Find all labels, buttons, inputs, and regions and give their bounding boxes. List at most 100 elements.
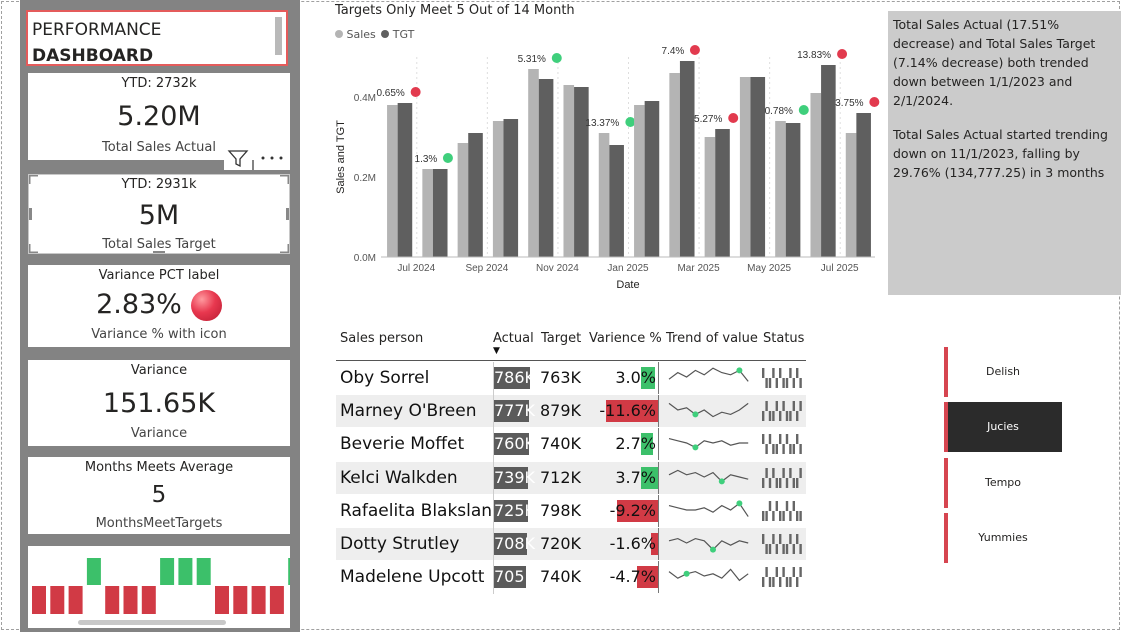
- bar-tgt-10[interactable]: [715, 129, 730, 257]
- bar-sales-7[interactable]: [598, 133, 610, 257]
- col-header-name[interactable]: Sales person: [340, 331, 423, 346]
- col-header-target[interactable]: Target: [541, 331, 581, 346]
- month-bar-1: [32, 586, 46, 614]
- bar-tgt-4[interactable]: [503, 119, 519, 257]
- slicer-item-tempo[interactable]: Tempo: [944, 458, 1062, 508]
- title-scrollbar[interactable]: [275, 17, 282, 55]
- col-header-trend[interactable]: Trend of value: [666, 331, 758, 346]
- bar-sales-5[interactable]: [528, 69, 539, 257]
- month-bar-13: [251, 586, 266, 614]
- cell-target: 720K: [540, 534, 582, 553]
- table-row[interactable]: Madelene Upcott 705K 740K -4.7%: [336, 561, 806, 594]
- more-options-icon[interactable]: [254, 146, 290, 170]
- bar-sales-14[interactable]: [845, 133, 857, 257]
- sales-vs-target-chart[interactable]: Sales and TGT 0.0M 0.2M 0.4M 0.65% 1.3% 5.31% 1…: [330, 45, 885, 295]
- filter-icon[interactable]: [224, 146, 252, 170]
- green-dot-icon: [442, 153, 453, 163]
- cell-actual: 777K: [494, 400, 536, 423]
- bar-sales-8[interactable]: [634, 105, 645, 257]
- col-header-actual[interactable]: Actual: [493, 331, 534, 346]
- trend-sparkline: [668, 438, 749, 451]
- col-header-status[interactable]: Status: [763, 331, 804, 346]
- slicer-item-label: Jucies: [987, 420, 1019, 433]
- bar-tgt-3[interactable]: [468, 133, 483, 257]
- legend-tgt-marker: [381, 30, 390, 38]
- x-tick-label: Jul 2025: [821, 263, 859, 274]
- bar-tgt-5[interactable]: [538, 79, 554, 257]
- month-bar-11: [215, 586, 229, 614]
- bar-tgt-7[interactable]: [609, 145, 624, 257]
- month-bar-2: [50, 586, 65, 614]
- x-axis-title: Date: [616, 279, 639, 291]
- table-row[interactable]: Oby Sorrel 786K 763K 3.0%: [336, 362, 806, 394]
- bar-sales-6[interactable]: [563, 85, 575, 257]
- table-row[interactable]: Marney O'Breen 777K 879K -11.6%: [336, 395, 806, 428]
- chart-legend[interactable]: Sales TGT: [335, 28, 414, 41]
- bar-sales-12[interactable]: [775, 121, 786, 257]
- table-row[interactable]: Rafaelita Blaksland 725K 798K -9.2%: [336, 494, 806, 527]
- bar-sales-13[interactable]: [810, 93, 822, 257]
- sort-desc-icon[interactable]: ▼: [493, 346, 500, 356]
- months-status-visual[interactable]: [28, 546, 290, 628]
- variance-axis: [658, 362, 659, 394]
- y-tick-label: 0.2M: [354, 173, 376, 184]
- card-months-meet[interactable]: Months Meets Average 5 MonthsMeetTargets: [28, 457, 290, 534]
- card-head: Variance PCT label: [98, 268, 220, 283]
- bar-sales-1[interactable]: [387, 105, 398, 257]
- slicer-item-delish[interactable]: Delish: [944, 347, 1062, 397]
- status-bars: [762, 467, 802, 488]
- card-variance-pct[interactable]: Variance PCT label 2.83% Variance % with…: [28, 265, 290, 347]
- red-dot-icon: [869, 97, 880, 107]
- bar-tgt-9[interactable]: [679, 61, 695, 257]
- table-row[interactable]: Beverie Moffet 760K 740K 2.7%: [336, 428, 806, 461]
- bar-sales-10[interactable]: [704, 137, 716, 257]
- variance-axis: [658, 561, 659, 594]
- col-header-variance[interactable]: Varience %: [589, 331, 662, 346]
- cell-target: 763K: [540, 368, 582, 387]
- month-bar-6: [123, 586, 138, 614]
- bar-sales-9[interactable]: [669, 73, 680, 257]
- bar-tgt-2[interactable]: [432, 169, 448, 257]
- red-dot-icon: [728, 113, 739, 123]
- cell-variance: -4.7%: [609, 567, 656, 587]
- cell-sales-person: Beverie Moffet: [340, 434, 465, 455]
- card-variance[interactable]: Variance 151.65K Variance: [28, 360, 290, 446]
- red-dot-icon: [410, 87, 421, 97]
- red-dot-icon: [689, 45, 700, 55]
- cell-actual: 725K: [494, 499, 536, 522]
- cell-actual: 705K: [494, 566, 536, 589]
- bar-tgt-6[interactable]: [574, 87, 589, 257]
- bar-tgt-1[interactable]: [397, 103, 413, 257]
- x-tick-label: May 2025: [747, 263, 791, 274]
- month-bar-10: [196, 558, 211, 585]
- months-status-bars: [32, 558, 290, 625]
- trend-sparkline: [668, 403, 749, 418]
- horizontal-scrollbar[interactable]: [78, 620, 226, 625]
- bar-tgt-13[interactable]: [821, 65, 836, 257]
- cell-variance: 2.7%: [615, 434, 656, 454]
- x-tick-label: Jan 2025: [607, 263, 649, 274]
- bar-tgt-11[interactable]: [750, 77, 766, 257]
- bar-tgt-8[interactable]: [644, 101, 660, 257]
- card-value: 2.83%: [96, 289, 182, 320]
- slicer-item-jucies[interactable]: Jucies: [944, 402, 1062, 452]
- bar-sales-11[interactable]: [739, 77, 751, 257]
- card-label: Variance % with icon: [91, 327, 227, 342]
- table-row[interactable]: Dotty Strutley 708K 720K -1.6%: [336, 528, 806, 560]
- bar-sales-4[interactable]: [492, 121, 504, 257]
- cell-target: 879K: [540, 401, 582, 421]
- cell-actual: 760K: [494, 433, 536, 456]
- bar-tgt-12[interactable]: [785, 123, 801, 257]
- data-label: 0.78%: [765, 106, 793, 117]
- bar-sales-2[interactable]: [422, 169, 433, 257]
- status-bars: [762, 368, 802, 388]
- slicer-item-label: Delish: [985, 365, 1021, 378]
- bar-tgt-14[interactable]: [856, 113, 871, 257]
- cell-sales-person: Madelene Upcott: [340, 567, 485, 588]
- slicer-item-yummies[interactable]: Yummies: [944, 513, 1062, 563]
- table-row[interactable]: Kelci Walkden 739K 712K 3.7%: [336, 461, 806, 494]
- variance-pct-row: 2.83%: [28, 289, 290, 323]
- cell-target: 712K: [540, 467, 582, 487]
- variance-axis: [658, 461, 659, 494]
- bar-sales-3[interactable]: [457, 143, 469, 257]
